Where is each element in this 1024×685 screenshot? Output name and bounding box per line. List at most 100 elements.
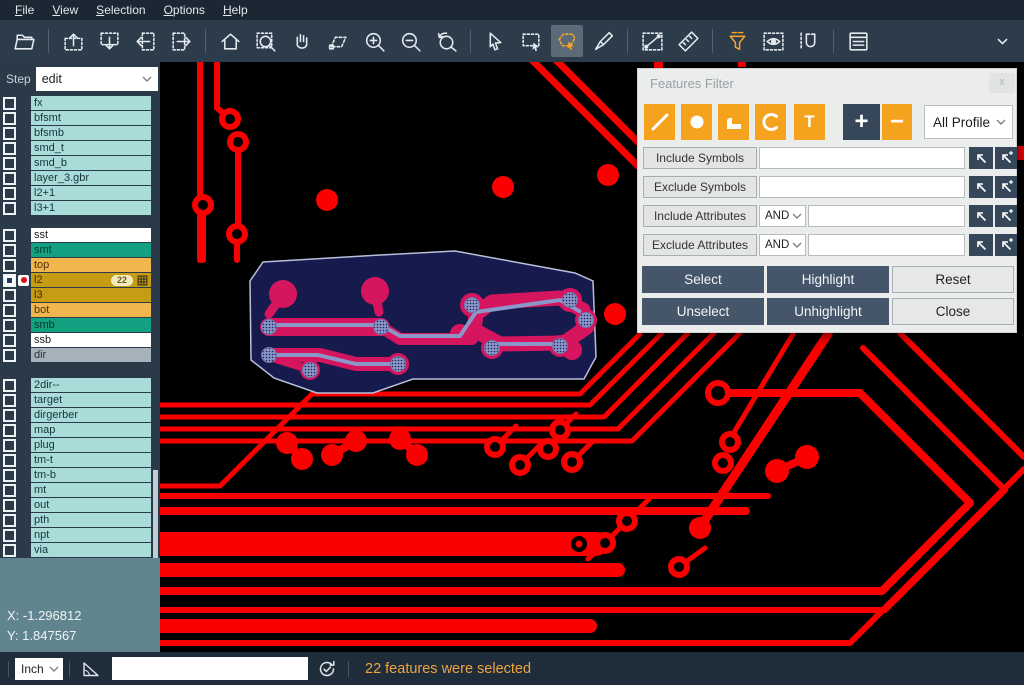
- layer-indicator[interactable]: [16, 543, 31, 557]
- layer-visibility-checkbox[interactable]: [3, 229, 16, 242]
- shift-left-button[interactable]: [129, 25, 161, 57]
- layer-row-2dir--[interactable]: 2dir--: [0, 378, 151, 392]
- layer-row-tm-t[interactable]: tm-t: [0, 453, 151, 467]
- exclude-symbols-input[interactable]: [759, 176, 965, 198]
- layer-indicator[interactable]: [16, 258, 31, 272]
- layer-row-via[interactable]: via: [0, 543, 151, 557]
- layer-row-out[interactable]: out: [0, 498, 151, 512]
- pick-attribute-add-button[interactable]: [995, 205, 1017, 227]
- layer-row-npt[interactable]: npt: [0, 528, 151, 542]
- exclude-attributes-and-dropdown[interactable]: AND: [759, 234, 806, 256]
- layer-indicator[interactable]: [16, 348, 31, 362]
- command-input[interactable]: [112, 657, 308, 680]
- filter-remove-button[interactable]: −: [882, 104, 912, 140]
- layer-visibility-checkbox[interactable]: [3, 157, 16, 170]
- layer-visibility-checkbox[interactable]: [3, 97, 16, 110]
- pick-symbol-add-button[interactable]: [995, 176, 1017, 198]
- layer-visibility-checkbox[interactable]: [3, 274, 16, 287]
- unselect-button[interactable]: Unselect: [642, 298, 764, 325]
- menu-help[interactable]: Help: [214, 2, 257, 18]
- layer-visibility-checkbox[interactable]: [3, 394, 16, 407]
- layer-visibility-checkbox[interactable]: [3, 469, 16, 482]
- layer-indicator[interactable]: [16, 171, 31, 185]
- angle-mode-button[interactable]: [80, 658, 102, 680]
- filter-type-line-button[interactable]: [644, 104, 675, 140]
- layer-visibility-checkbox[interactable]: [3, 484, 16, 497]
- layer-indicator[interactable]: [16, 96, 31, 110]
- layer-visibility-checkbox[interactable]: [3, 409, 16, 422]
- layer-indicator[interactable]: [16, 141, 31, 155]
- filter-type-text-button[interactable]: T: [794, 104, 825, 140]
- reset-button[interactable]: Reset: [892, 266, 1014, 293]
- unhighlight-button[interactable]: Unhighlight: [767, 298, 889, 325]
- exclude-attributes-button[interactable]: Exclude Attributes: [643, 234, 757, 256]
- layer-row-bfsmt[interactable]: bfsmt: [0, 111, 151, 125]
- layer-row-l2[interactable]: l222: [0, 273, 151, 287]
- layer-visibility-checkbox[interactable]: [3, 439, 16, 452]
- exclude-attributes-input[interactable]: [808, 234, 965, 256]
- layer-visibility-checkbox[interactable]: [3, 379, 16, 392]
- layer-indicator[interactable]: [16, 126, 31, 140]
- layer-row-tm-b[interactable]: tm-b: [0, 468, 151, 482]
- layer-indicator[interactable]: [16, 156, 31, 170]
- layer-row-fx[interactable]: fx: [0, 96, 151, 110]
- profile-dropdown[interactable]: All Profile: [924, 105, 1013, 139]
- layer-row-l2+1[interactable]: l2+1: [0, 186, 151, 200]
- layer-visibility-checkbox[interactable]: [3, 289, 16, 302]
- features-filter-button[interactable]: [721, 25, 753, 57]
- layer-row-l3+1[interactable]: l3+1: [0, 201, 151, 215]
- layer-visibility-checkbox[interactable]: [3, 424, 16, 437]
- filter-type-arc-button[interactable]: [755, 104, 786, 140]
- layer-row-dir[interactable]: dir: [0, 348, 151, 362]
- layer-indicator[interactable]: [16, 423, 31, 437]
- import-down-button[interactable]: [93, 25, 125, 57]
- shift-right-button[interactable]: [165, 25, 197, 57]
- layer-row-map[interactable]: map: [0, 423, 151, 437]
- selection-region[interactable]: [250, 251, 597, 393]
- pick-attribute-add-button[interactable]: [995, 234, 1017, 256]
- layer-indicator[interactable]: [16, 111, 31, 125]
- layer-indicator[interactable]: [16, 201, 31, 215]
- layer-row-bot[interactable]: bot: [0, 303, 151, 317]
- measure-ruler-button[interactable]: [672, 25, 704, 57]
- layer-row-pth[interactable]: pth: [0, 513, 151, 527]
- layer-visibility-checkbox[interactable]: [3, 529, 16, 542]
- zoom-window-button[interactable]: [250, 25, 282, 57]
- layer-visibility-checkbox[interactable]: [3, 499, 16, 512]
- refresh-status-button[interactable]: [316, 658, 338, 680]
- layer-indicator[interactable]: [16, 483, 31, 497]
- menu-file[interactable]: File: [6, 2, 43, 18]
- layer-row-plug[interactable]: plug: [0, 438, 151, 452]
- layer-visibility-checkbox[interactable]: [3, 127, 16, 140]
- layer-visibility-checkbox[interactable]: [3, 244, 16, 257]
- select-polygon-button[interactable]: [551, 25, 583, 57]
- layer-indicator[interactable]: [16, 528, 31, 542]
- layer-row-layer_3.gbr[interactable]: layer_3.gbr: [0, 171, 151, 185]
- open-file-button[interactable]: [8, 25, 40, 57]
- layer-visibility-checkbox[interactable]: [3, 187, 16, 200]
- layer-indicator[interactable]: [16, 468, 31, 482]
- layer-visibility-checkbox[interactable]: [3, 259, 16, 272]
- select-button[interactable]: Select: [642, 266, 764, 293]
- include-attributes-and-dropdown[interactable]: AND: [759, 205, 806, 227]
- pick-attribute-button[interactable]: [969, 205, 993, 227]
- layer-row-mt[interactable]: mt: [0, 483, 151, 497]
- layer-visibility-checkbox[interactable]: [3, 202, 16, 215]
- menu-options[interactable]: Options: [155, 2, 214, 18]
- exclude-symbols-button[interactable]: Exclude Symbols: [643, 176, 757, 198]
- layer-visibility-checkbox[interactable]: [3, 112, 16, 125]
- zoom-out-button[interactable]: [394, 25, 426, 57]
- menu-selection[interactable]: Selection: [87, 2, 154, 18]
- active-layer-indicator[interactable]: [16, 273, 31, 287]
- snap-button[interactable]: [793, 25, 825, 57]
- layer-indicator[interactable]: [16, 378, 31, 392]
- include-symbols-input[interactable]: [759, 147, 965, 169]
- dialog-close-button[interactable]: x: [989, 73, 1015, 93]
- select-rectangle-button[interactable]: [515, 25, 547, 57]
- filter-add-button[interactable]: +: [843, 104, 880, 140]
- layer-row-target[interactable]: target: [0, 393, 151, 407]
- home-view-button[interactable]: [214, 25, 246, 57]
- show-hide-button[interactable]: [757, 25, 789, 57]
- layer-row-smd_b[interactable]: smd_b: [0, 156, 151, 170]
- close-button[interactable]: Close: [892, 298, 1014, 325]
